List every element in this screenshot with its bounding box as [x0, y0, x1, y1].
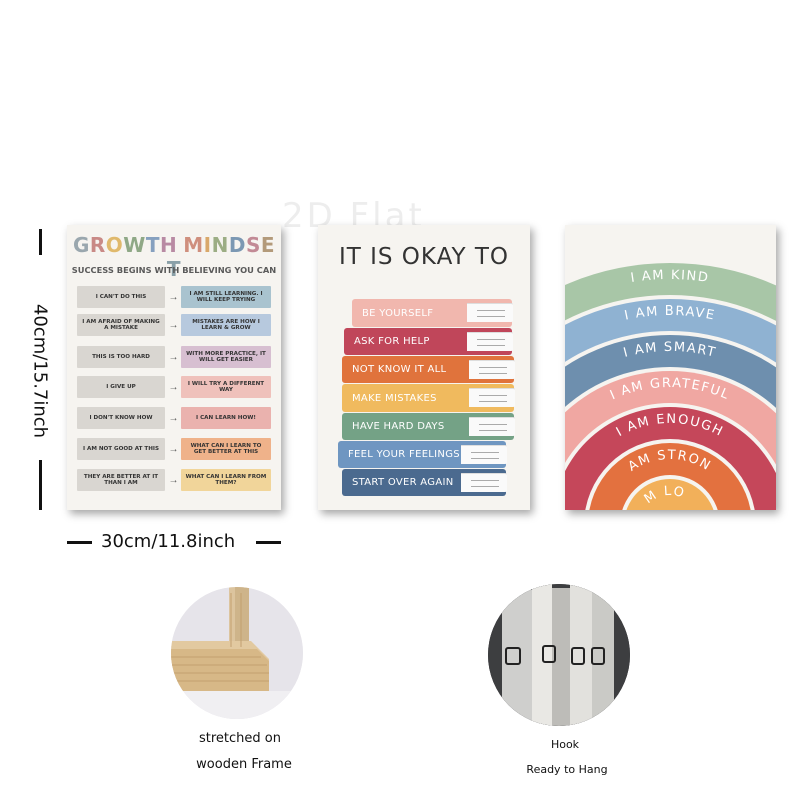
book-pages	[461, 473, 507, 492]
book-pages	[469, 360, 515, 379]
growth-mindset-statement: WITH MORE PRACTICE, IT WILL GET EASIER	[181, 346, 271, 368]
fixed-mindset-statement: THEY ARE BETTER AT IT THAN I AM	[77, 469, 165, 491]
hook-caption-line1: Hook	[550, 738, 580, 751]
book-spine: BE YOURSELF	[352, 299, 513, 327]
book-label: BE YOURSELF	[362, 307, 434, 319]
arrow-right-icon: →	[168, 412, 179, 424]
rainbow-graphic: I AM KINDI AM BRAVEI AM SMARTI AM GRATEF…	[565, 225, 776, 510]
title-letter: H	[160, 233, 178, 257]
poster-growth-mindset: GROWTH MINDSET SUCCESS BEGINS WITH BELIE…	[67, 225, 281, 510]
arrow-right-icon: →	[168, 443, 179, 455]
height-dimension-line-top	[39, 229, 42, 255]
book-label: NOT KNOW IT ALL	[352, 364, 447, 375]
title-letter: N	[211, 233, 229, 257]
mindset-row: THEY ARE BETTER AT IT THAN I AM → WHAT CAN…	[77, 469, 271, 491]
book-pages	[467, 332, 513, 351]
book-label: START OVER AGAIN	[352, 477, 454, 488]
width-dimension-line-right	[256, 541, 281, 544]
hook-photo	[488, 584, 630, 726]
book-spine: START OVER AGAIN	[342, 469, 507, 496]
arrow-right-icon: →	[168, 351, 179, 363]
mindset-row: I GIVE UP → I WILL TRY A DIFFERENT WAY	[77, 376, 271, 398]
growth-mindset-statement: WHAT CAN I LEARN TO GET BETTER AT THIS	[181, 438, 271, 460]
poster-rainbow-affirmations: I AM KIND I AM BRAVE I AM SMART I AM GRATEF…	[565, 225, 776, 510]
book-label: ASK FOR HELP	[354, 336, 430, 347]
title-letter: T	[145, 233, 160, 257]
fixed-mindset-statement: I AM NOT GOOD AT THIS	[77, 438, 165, 460]
growth-mindset-statement: I WILL TRY A DIFFERENT WAY	[181, 376, 271, 398]
book-label: MAKE MISTAKES	[352, 392, 437, 404]
fixed-mindset-statement: I DON'T KNOW HOW	[77, 407, 165, 429]
book-label: HAVE HARD DAYS	[352, 421, 445, 432]
wooden-frame-photo	[171, 587, 303, 719]
arrow-right-icon: →	[168, 381, 179, 393]
book-spine: NOT KNOW IT ALL	[342, 356, 515, 383]
book-spine: MAKE MISTAKES	[342, 384, 515, 412]
title-letter: M	[183, 233, 204, 257]
width-dimension-line-left	[67, 541, 92, 544]
title-letter: S	[245, 233, 261, 257]
height-dimension-line-bottom	[39, 460, 42, 510]
growth-mindset-statement: MISTAKES ARE HOW I LEARN & GROW	[181, 314, 271, 336]
title-letter: D	[228, 233, 246, 257]
mindset-row: I DON'T KNOW HOW → I CAN LEARN HOW!	[77, 407, 271, 429]
growth-mindset-statement: WHAT CAN I LEARN FROM THEM?	[181, 469, 271, 491]
book-pages	[461, 445, 507, 464]
book-label: FEEL YOUR FEELINGS	[348, 449, 460, 460]
frame-caption-line2: wooden Frame	[196, 757, 292, 772]
poster-title: IT IS OKAY TO	[338, 244, 510, 270]
fixed-mindset-statement: I GIVE UP	[77, 376, 165, 398]
title-letter: O	[105, 233, 124, 257]
title-letter: E	[260, 233, 276, 257]
book-spine: ASK FOR HELP	[344, 328, 513, 355]
arrow-right-icon: →	[168, 474, 179, 486]
growth-mindset-statement: I AM STILL LEARNING. I WILL KEEP TRYING	[181, 286, 271, 308]
mindset-row: I AM NOT GOOD AT THIS → WHAT CAN I LEARN T…	[77, 438, 271, 460]
mindset-row: I CAN'T DO THIS → I AM STILL LEARNING. I W…	[77, 286, 271, 308]
fixed-mindset-statement: I AM AFRAID OF MAKING A MISTAKE	[77, 314, 165, 336]
mindset-row: I AM AFRAID OF MAKING A MISTAKE → MISTAKES…	[77, 314, 271, 336]
arrow-right-icon: →	[168, 291, 179, 303]
title-letter: W	[123, 233, 146, 257]
mindset-row: THIS IS TOO HARD → WITH MORE PRACTICE, IT …	[77, 346, 271, 368]
poster-subtitle: SUCCESS BEGINS WITH BELIEVING YOU CAN	[71, 265, 277, 275]
title-letter: R	[89, 233, 106, 257]
title-letter: I	[203, 233, 212, 257]
hook-caption-line2: Ready to Hang	[526, 763, 608, 776]
title-letter: G	[72, 233, 90, 257]
book-pages	[467, 303, 513, 322]
growth-mindset-statement: I CAN LEARN HOW!	[181, 407, 271, 429]
book-spine: FEEL YOUR FEELINGS	[338, 441, 507, 468]
height-dimension-label: 40cm/15.7inch	[29, 303, 51, 439]
fixed-mindset-statement: I CAN'T DO THIS	[77, 286, 165, 308]
book-spine: HAVE HARD DAYS	[342, 413, 515, 440]
width-dimension-label: 30cm/11.8inch	[101, 531, 236, 552]
frame-caption-line1: stretched on	[199, 731, 281, 746]
poster-it-is-okay: IT IS OKAY TO BE YOURSELF ASK FOR HELP NOT…	[318, 225, 530, 510]
arrow-right-icon: →	[168, 319, 179, 331]
book-pages	[469, 417, 515, 436]
book-pages	[469, 388, 515, 407]
fixed-mindset-statement: THIS IS TOO HARD	[77, 346, 165, 368]
